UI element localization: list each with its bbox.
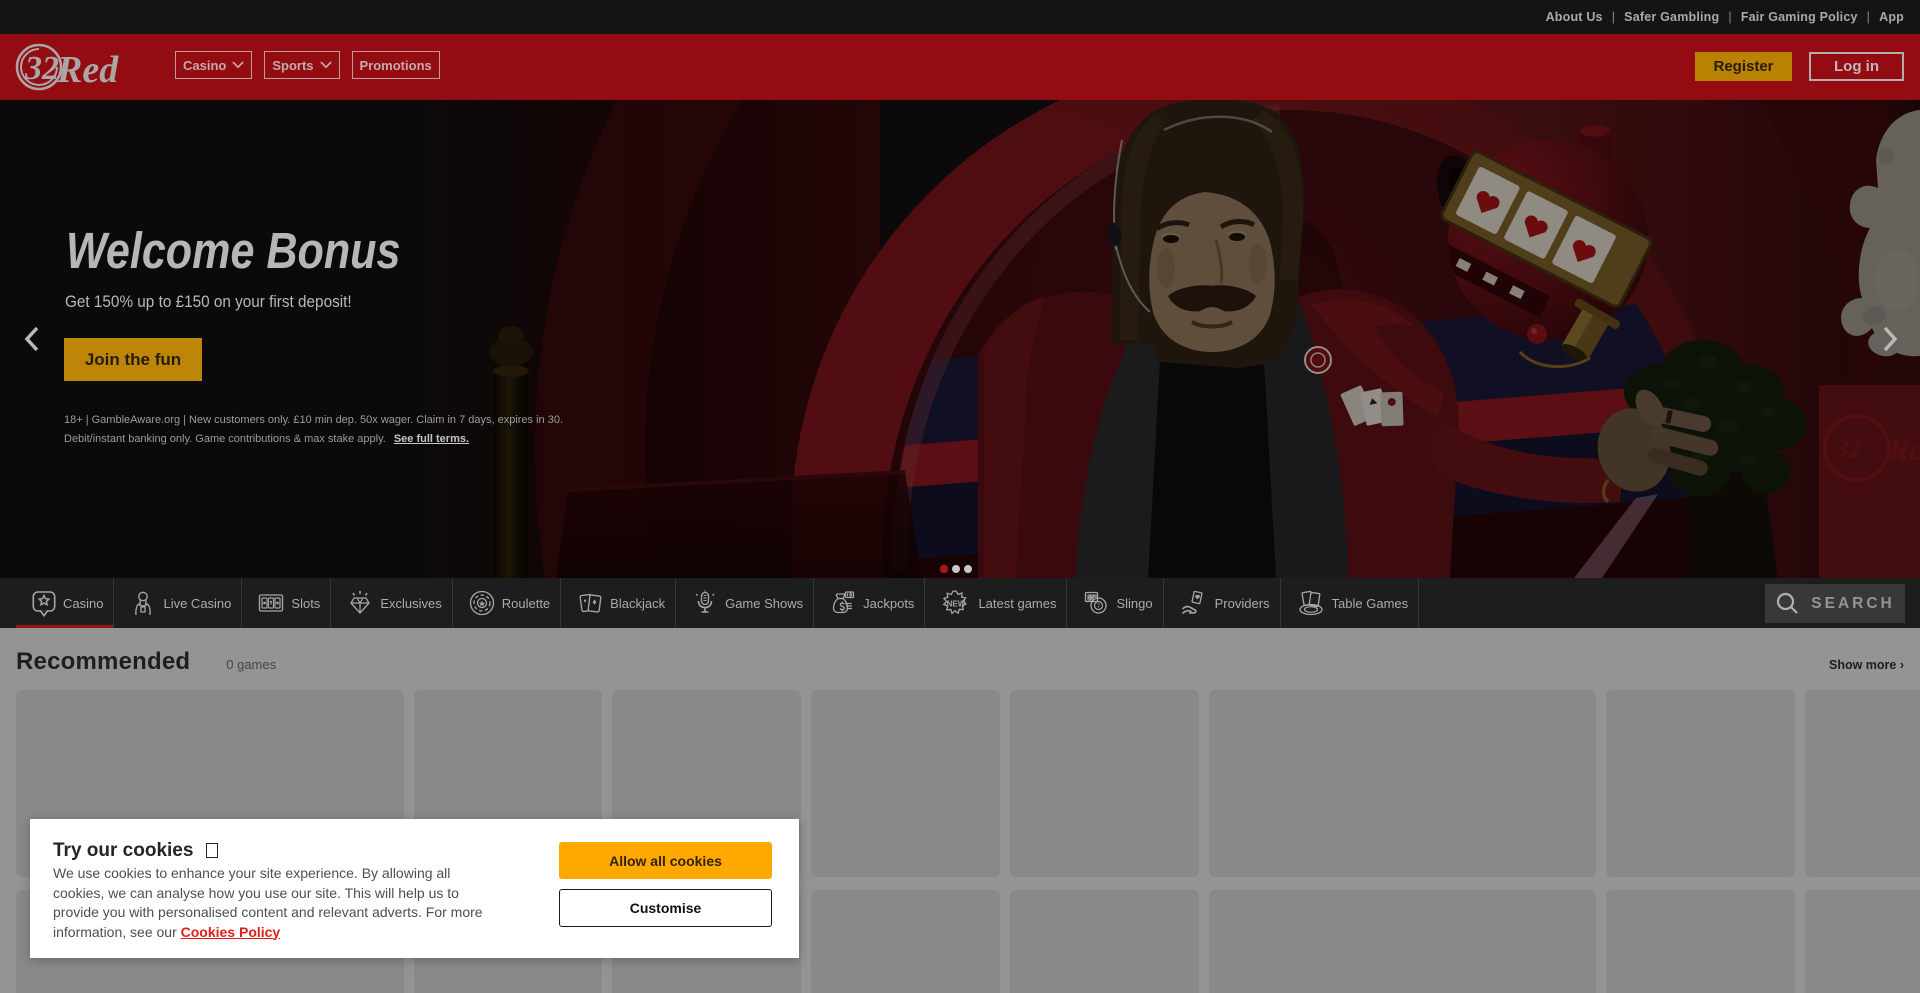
svg-text:32: 32 bbox=[24, 50, 59, 87]
svg-text:NEW: NEW bbox=[947, 600, 966, 609]
svg-text:Red: Red bbox=[56, 49, 119, 91]
